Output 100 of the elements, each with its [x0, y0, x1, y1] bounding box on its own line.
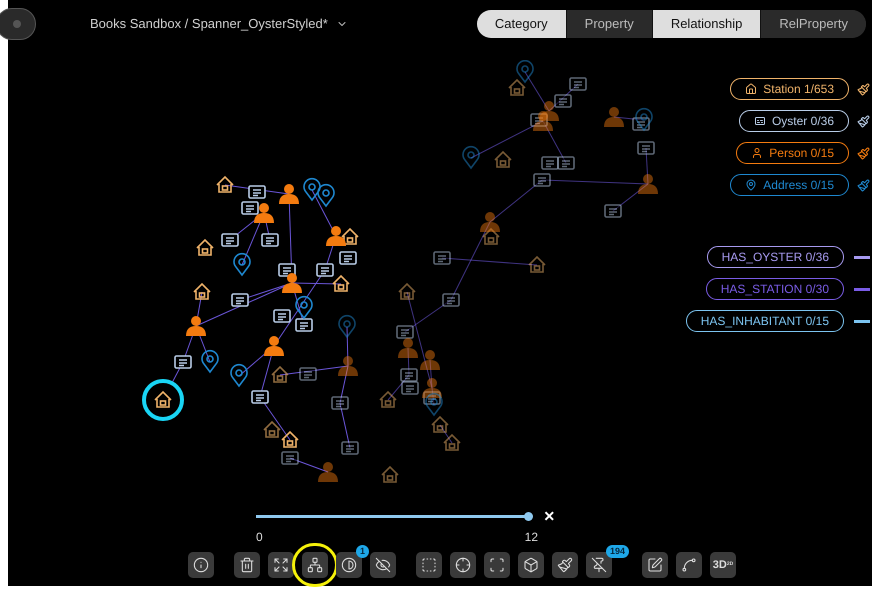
- card-node: [632, 117, 650, 131]
- info-icon: [193, 557, 209, 573]
- brush-icon[interactable]: [857, 146, 870, 160]
- card-node: [174, 355, 192, 369]
- house-icon: [745, 83, 758, 95]
- card-node: [557, 156, 575, 170]
- person-node: [638, 174, 658, 194]
- house-node: [443, 434, 461, 451]
- crosshair-icon: [455, 557, 471, 573]
- person-node: [254, 203, 274, 223]
- graph-edge: [290, 458, 328, 472]
- house-node: [196, 238, 214, 256]
- breadcrumb[interactable]: Books Sandbox / Spanner_OysterStyled*: [90, 14, 328, 34]
- 3d-toggle-button[interactable]: 3D$^{2D}$: [710, 552, 736, 578]
- trash-icon: [239, 557, 255, 573]
- card-node: [251, 390, 269, 404]
- person-node: [264, 336, 284, 356]
- view-tab[interactable]: RelProperty: [760, 10, 866, 38]
- pin-node: [516, 60, 534, 83]
- card-node: [554, 94, 572, 108]
- house-node: [381, 466, 399, 483]
- card-icon: [754, 115, 766, 127]
- house-node: [379, 390, 397, 408]
- toolbar-button[interactable]: [416, 552, 442, 578]
- toolbar-button[interactable]: [302, 552, 328, 578]
- person-node: [318, 462, 338, 482]
- toolbar-button[interactable]: [188, 552, 214, 578]
- pen-square-icon: [647, 557, 663, 573]
- view-tab[interactable]: Relationship: [652, 10, 760, 38]
- brush-icon[interactable]: [857, 178, 870, 192]
- person-node: [604, 107, 624, 127]
- toolbar-button[interactable]: [642, 552, 668, 578]
- toolbar-button[interactable]: [336, 552, 362, 578]
- view-tab[interactable]: Category: [476, 10, 566, 38]
- category-filter[interactable]: Person 0/15: [736, 142, 849, 164]
- pin-node: [230, 364, 248, 387]
- house-node: [271, 366, 289, 383]
- house-node: [193, 282, 211, 300]
- house-node: [528, 256, 546, 273]
- close-button[interactable]: ×: [544, 507, 555, 525]
- graph-edge: [340, 402, 350, 448]
- play-toggle[interactable]: [0, 8, 36, 40]
- category-filter[interactable]: Station 1/653: [730, 78, 849, 100]
- card-node: [637, 141, 655, 155]
- house-node: [398, 282, 416, 300]
- brush-icon[interactable]: [857, 114, 870, 128]
- person-icon: [751, 147, 764, 159]
- card-node: [295, 318, 313, 332]
- card-node: [281, 451, 299, 465]
- slider-max-label: 12: [524, 529, 538, 544]
- person-node: [533, 111, 553, 131]
- card-node: [248, 185, 266, 199]
- slider-thumb[interactable]: [524, 512, 533, 520]
- count-badge: 194: [606, 545, 630, 558]
- person-node: [338, 356, 358, 376]
- pin-icon: [745, 179, 758, 191]
- person-node: [539, 101, 559, 121]
- toolbar-button[interactable]: [450, 552, 476, 578]
- card-node: [241, 201, 259, 215]
- card-node: [569, 77, 587, 91]
- relationship-filter[interactable]: HAS_OYSTER 0/36: [706, 246, 844, 268]
- house-node: [263, 420, 281, 438]
- card-node: [273, 309, 291, 323]
- house-node: [154, 390, 172, 408]
- count-badge: 1: [356, 545, 370, 558]
- play-icon: [13, 20, 21, 28]
- card-node: [278, 263, 296, 277]
- toolbar-button[interactable]: [552, 552, 578, 578]
- house-node: [332, 274, 350, 292]
- toolbar-button[interactable]: [268, 552, 294, 578]
- card-node: [530, 113, 548, 127]
- relationship-filter[interactable]: HAS_STATION 0/30: [706, 278, 844, 300]
- house-node: [281, 430, 299, 448]
- pin-node: [338, 314, 356, 338]
- pin-node: [201, 350, 219, 373]
- spline-icon: [681, 557, 697, 573]
- card-node: [316, 263, 334, 277]
- person-node: [186, 316, 206, 336]
- toolbar-button[interactable]: [484, 552, 510, 578]
- card-node: [231, 293, 249, 307]
- toolbar-button[interactable]: [676, 552, 702, 578]
- category-filter[interactable]: Oyster 0/36: [738, 110, 849, 132]
- house-node: [216, 176, 234, 193]
- relationship-filter[interactable]: HAS_INHABITANT 0/15: [686, 310, 844, 332]
- card-node: [533, 173, 551, 187]
- person-node: [420, 350, 440, 370]
- contrast-icon: [341, 557, 357, 573]
- toolbar-button[interactable]: [586, 552, 612, 578]
- pin-node: [462, 146, 480, 169]
- brush-icon[interactable]: [857, 82, 870, 96]
- house-node: [431, 416, 449, 433]
- toolbar-button[interactable]: [370, 552, 396, 578]
- toolbar-button[interactable]: [234, 552, 260, 578]
- toolbar-button[interactable]: [518, 552, 544, 578]
- eye-off-icon: [375, 557, 391, 573]
- graph-edge: [440, 424, 452, 444]
- house-node: [508, 78, 526, 96]
- card-node: [442, 293, 460, 307]
- dashed-square-icon: [421, 557, 437, 573]
- category-filter[interactable]: Address 0/15: [730, 174, 849, 196]
